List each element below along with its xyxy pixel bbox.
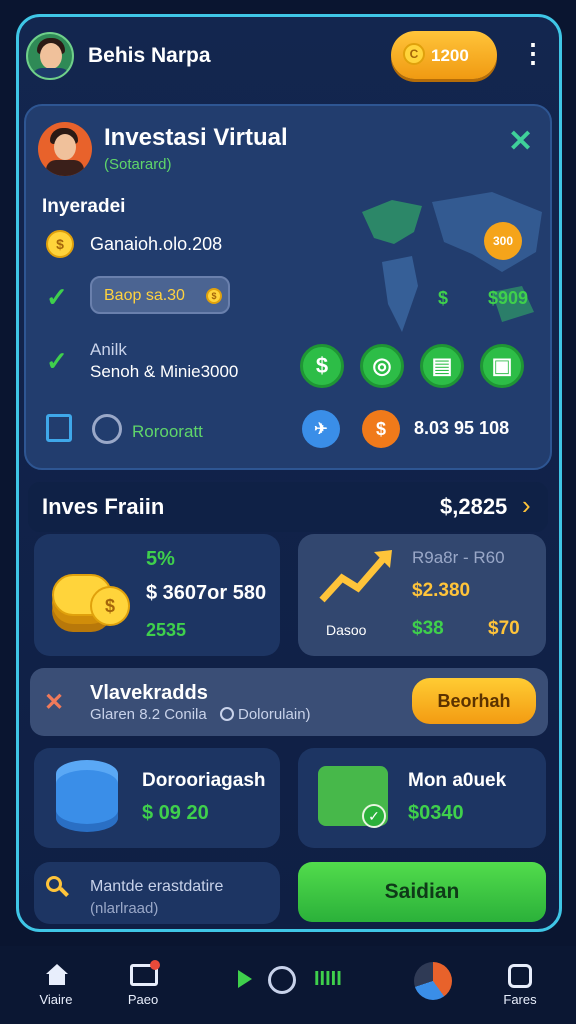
blue-coin-stack-icon <box>56 770 118 824</box>
username: Behis Narpa <box>88 44 211 67</box>
reward-badge[interactable]: Baop sa.30 $ <box>90 276 230 314</box>
wallet-check-icon: ✓ <box>362 804 386 828</box>
user-avatar[interactable] <box>26 32 74 80</box>
play-icon[interactable] <box>238 970 252 988</box>
calculator-icon <box>92 414 122 444</box>
tile-right-value: $0340 <box>408 802 464 824</box>
balance-text: Ganaioh.olo.208 <box>90 234 223 254</box>
gold-coin-icon: $ <box>46 230 74 258</box>
more-menu-icon[interactable]: ⋮ <box>520 38 546 69</box>
plane-icon[interactable]: ✈ <box>302 410 340 448</box>
tile-left-title: Dorooriagash <box>142 770 266 791</box>
action-title: Vlavekradds <box>90 682 208 704</box>
globe-icon[interactable]: ◎ <box>360 344 404 388</box>
search-line1: Mantde erastdatire <box>90 878 224 895</box>
orange-dollar-icon[interactable]: $ <box>362 410 400 448</box>
tile-left-value: $ 09 20 <box>142 802 209 824</box>
search-line2: (nlarlraad) <box>90 900 159 917</box>
ledger-icon <box>46 414 72 442</box>
advisor-avatar <box>38 122 92 176</box>
nav-label-home[interactable]: Viaire <box>16 992 96 1007</box>
nav-label-page[interactable]: Paeo <box>103 992 183 1007</box>
notification-dot <box>150 960 160 970</box>
card-left-percent: 5% <box>146 548 175 570</box>
action-button[interactable]: Beorhah <box>412 678 536 724</box>
card-left-amount: $ 3607or 580 <box>146 582 267 604</box>
search-button[interactable]: Saidian <box>298 862 546 922</box>
map-dollar-sign: $ <box>438 288 449 308</box>
footer-label: Rorooratt <box>132 422 203 441</box>
profile-globe-icon[interactable] <box>414 962 452 1000</box>
coin-balance-button[interactable]: C 1200 <box>391 31 497 79</box>
panel-title: Investasi Virtual <box>104 124 288 151</box>
dollar-icon[interactable]: $ <box>300 344 344 388</box>
check-icon: ✓ <box>46 282 68 312</box>
card-right-v2: $70 <box>488 618 520 639</box>
search-icon <box>44 874 69 898</box>
card-right-mid: $2.380 <box>412 580 471 601</box>
footer-value: 8.03 95 108 <box>414 418 510 438</box>
card-right-top: R9a8r - R60 <box>412 548 505 567</box>
card-right-label: Dasoo <box>326 622 367 638</box>
chart-icon[interactable]: ▣ <box>480 344 524 388</box>
check-icon-2: ✓ <box>46 346 68 376</box>
clock-icon[interactable] <box>268 966 296 994</box>
document-icon[interactable]: ▤ <box>420 344 464 388</box>
invest-amount: $,2825 <box>440 494 508 519</box>
card-left-sub: 2535 <box>146 620 187 640</box>
home-icon[interactable] <box>44 962 70 986</box>
card-right-v1: $38 <box>412 618 444 639</box>
info-icon <box>220 707 234 721</box>
tile-right-title: Mon a0uek <box>408 770 507 791</box>
action-extra: Dolorulain) <box>238 706 311 723</box>
equalizer-icon[interactable]: IIIII <box>314 968 342 991</box>
growth-arrow-icon <box>319 550 392 603</box>
panel-subtitle: (Sotarard) <box>104 156 172 173</box>
coin-icon: C <box>403 43 425 65</box>
small-coin-icon: $ <box>206 288 222 304</box>
big-coin-icon: $ <box>90 586 130 626</box>
row-line1: Anilk <box>90 340 127 359</box>
chevron-right-icon[interactable]: › <box>522 490 531 521</box>
row-line2: Senoh & Minie3000 <box>90 362 239 381</box>
action-subtitle: Glaren 8.2 Conila <box>90 706 207 723</box>
map-value: $909 <box>488 288 529 308</box>
coin-count: 1200 <box>431 46 469 65</box>
section-label: Inyeradei <box>42 196 126 217</box>
map-badge: 300 <box>484 222 522 260</box>
tools-icon: ✕ <box>44 689 65 716</box>
nav-label-fares[interactable]: Fares <box>480 992 560 1007</box>
close-icon[interactable]: ✕ <box>508 124 533 159</box>
invest-title: Inves Fraiin <box>42 494 165 519</box>
reward-badge-label: Baop sa.30 <box>104 287 185 304</box>
world-map-icon <box>362 192 542 332</box>
settings-icon[interactable] <box>508 964 532 988</box>
